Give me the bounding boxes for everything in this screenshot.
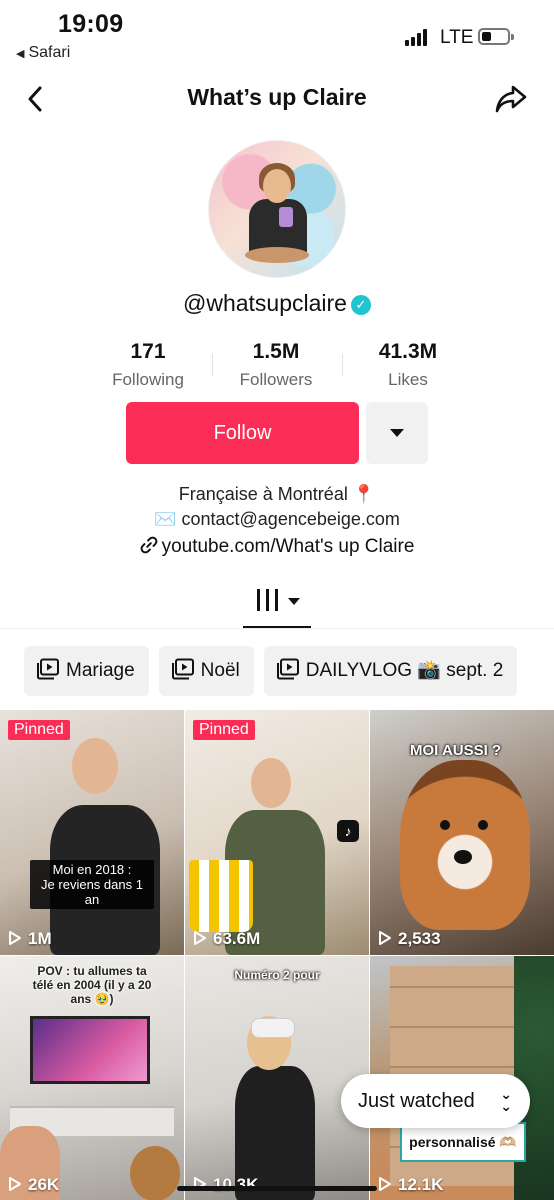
playlist-label: Noël xyxy=(200,660,240,681)
view-count: 12.1K xyxy=(378,1175,443,1195)
back-app-label: Safari xyxy=(28,44,71,61)
caret-down-icon xyxy=(390,429,404,437)
profile-handle-row: @whatsupclaire ✓ xyxy=(0,290,554,317)
profile-link-text: youtube.com/What's up Claire xyxy=(161,536,415,557)
view-count-value: 63.6M xyxy=(213,929,261,948)
suggested-accounts-button[interactable] xyxy=(366,402,428,464)
playlist-label: Mariage xyxy=(66,660,135,681)
share-arrow-icon[interactable] xyxy=(494,82,528,116)
video-thumbnail[interactable]: POV : tu allumes ta télé en 2004 (il y a… xyxy=(0,956,184,1200)
video-caption: MOI AUSSI ? xyxy=(410,742,502,759)
profile-stats: 171 Following 1.5M Followers 41.3M Likes xyxy=(88,340,468,396)
bio-line-location: Française à Montréal 📍 xyxy=(178,484,376,504)
battery-icon xyxy=(478,28,514,45)
view-count: 10.3K xyxy=(193,1175,258,1195)
view-count-value: 26K xyxy=(28,1175,60,1194)
video-thumbnail[interactable]: ♪ Pinned 63.6M xyxy=(185,710,369,955)
playlist-label: DAILYVLOG 📸 sept. 2 xyxy=(305,660,504,681)
play-icon xyxy=(9,1177,21,1191)
playlist-mariage[interactable]: Mariage xyxy=(24,646,149,696)
tab-divider xyxy=(0,628,554,629)
stat-divider xyxy=(212,354,213,376)
follow-button[interactable]: Follow xyxy=(126,402,359,464)
network-type: LTE xyxy=(440,27,474,48)
stat-label: Likes xyxy=(388,370,428,389)
video-caption: Moi en 2018 : Je reviens dans 1 an xyxy=(30,860,154,909)
view-count-value: 1M xyxy=(28,929,52,948)
view-count-value: 2,533 xyxy=(398,929,441,948)
stat-value: 1.5M xyxy=(252,340,300,363)
profile-handle: @whatsupclaire xyxy=(183,290,347,316)
stat-value: 41.3M xyxy=(378,340,438,363)
pinned-badge: Pinned xyxy=(8,720,70,740)
video-thumbnail[interactable]: MOI AUSSI ? 2,533 xyxy=(370,710,554,955)
playlist-icon xyxy=(276,658,299,680)
view-count-value: 10.3K xyxy=(213,1175,259,1194)
video-caption: POV : tu allumes ta télé en 2004 (il y a… xyxy=(32,964,152,1006)
verified-check-icon: ✓ xyxy=(350,295,371,315)
view-count: 1M xyxy=(8,929,52,949)
video-caption: Numéro 2 pour xyxy=(234,968,320,982)
back-to-safari[interactable]: ◀ Safari xyxy=(16,44,70,62)
play-icon xyxy=(379,931,391,945)
just-watched-label: Just watched xyxy=(358,1090,475,1112)
back-triangle-icon: ◀ xyxy=(16,48,25,60)
playlist-noel[interactable]: Noël xyxy=(158,646,254,696)
video-thumbnail[interactable]: Numéro 2 pour 10.3K xyxy=(185,956,369,1200)
play-icon xyxy=(194,931,206,945)
view-count: 63.6M xyxy=(193,929,260,949)
status-bar: 19:09 ◀ Safari LTE xyxy=(0,0,554,70)
profile-bio: Française à Montréal 📍 ✉️ contact@agence… xyxy=(0,482,554,532)
view-count: 26K xyxy=(8,1175,59,1195)
stat-value: 171 xyxy=(130,340,166,363)
view-count: 2,533 xyxy=(378,929,441,949)
video-caption: personnalisé 🫶🏼 xyxy=(400,1122,526,1162)
stat-divider xyxy=(342,354,343,376)
play-icon xyxy=(9,931,21,945)
profile-link[interactable]: youtube.com/What's up Claire xyxy=(0,536,554,558)
status-time: 19:09 xyxy=(58,10,124,38)
just-watched-button[interactable]: Just watched ⌄ ⌄ xyxy=(341,1074,530,1128)
signal-strength-icon xyxy=(405,28,431,46)
pinned-badge: Pinned xyxy=(193,720,255,740)
page-title: What’s up Claire xyxy=(187,84,367,110)
playlist-icon xyxy=(37,658,59,680)
playlist-icon xyxy=(171,658,194,680)
stat-label: Followers xyxy=(239,370,313,389)
link-icon xyxy=(140,536,157,554)
video-thumbnail[interactable]: Pinned Moi en 2018 : Je reviens dans 1 a… xyxy=(0,710,184,955)
videos-tab-icon[interactable] xyxy=(257,589,279,613)
view-count-value: 12.1K xyxy=(398,1175,444,1194)
double-chevron-down-icon: ⌄ ⌄ xyxy=(500,1086,512,1114)
avatar[interactable] xyxy=(208,140,346,278)
bio-line-contact: ✉️ contact@agencebeige.com xyxy=(154,509,400,529)
stat-following[interactable]: 171 Following xyxy=(88,340,208,390)
play-icon xyxy=(379,1177,391,1191)
stat-followers[interactable]: 1.5M Followers xyxy=(216,340,336,390)
tiktok-icon: ♪ xyxy=(337,820,359,842)
stat-label: Following xyxy=(112,370,184,389)
caret-down-icon[interactable] xyxy=(288,598,300,605)
nav-bar: What’s up Claire xyxy=(0,78,554,122)
playlist-dailyvlog[interactable]: DAILYVLOG 📸 sept. 2 xyxy=(263,646,518,696)
playlist-row: Mariage Noël DAILYVLOG 📸 sept. 2 xyxy=(24,646,554,696)
stat-likes[interactable]: 41.3M Likes xyxy=(348,340,468,390)
home-indicator[interactable] xyxy=(177,1186,377,1191)
